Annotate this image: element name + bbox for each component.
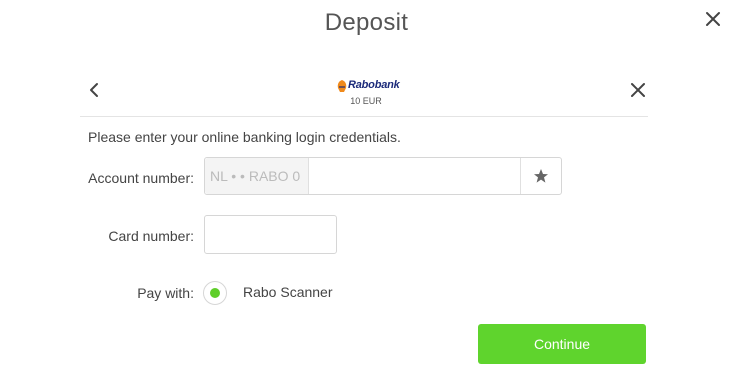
account-number-field: NL • • RABO 0 [204,157,562,195]
back-button[interactable] [84,80,104,100]
bank-logo: Rabobank [336,78,400,94]
card-number-label: Card number: [108,228,194,244]
star-icon [534,169,548,183]
close-icon [706,12,720,26]
bank-header: Rabobank 10 EUR [80,70,648,117]
account-number-label: Account number: [88,170,194,186]
chevron-left-icon [90,83,98,97]
rabo-scanner-label[interactable]: Rabo Scanner [243,284,333,300]
rabobank-logo-icon [337,80,347,92]
rabo-scanner-radio[interactable] [203,281,227,305]
radio-selected-dot [210,288,220,298]
instructions-text: Please enter your online banking login c… [88,129,401,145]
pay-with-label: Pay with: [137,285,194,301]
save-account-button[interactable] [520,158,561,194]
bank-close-button[interactable] [628,80,648,100]
close-icon [631,83,645,97]
deposit-amount: 10 EUR [350,96,382,106]
card-number-input[interactable] [204,215,337,254]
close-modal-button[interactable] [702,8,724,30]
account-number-prefix: NL • • RABO 0 [205,158,309,194]
deposit-title: Deposit [324,9,409,36]
account-number-input[interactable] [309,158,522,194]
continue-button[interactable]: Continue [478,324,646,364]
bank-name: Rabobank [348,79,400,91]
